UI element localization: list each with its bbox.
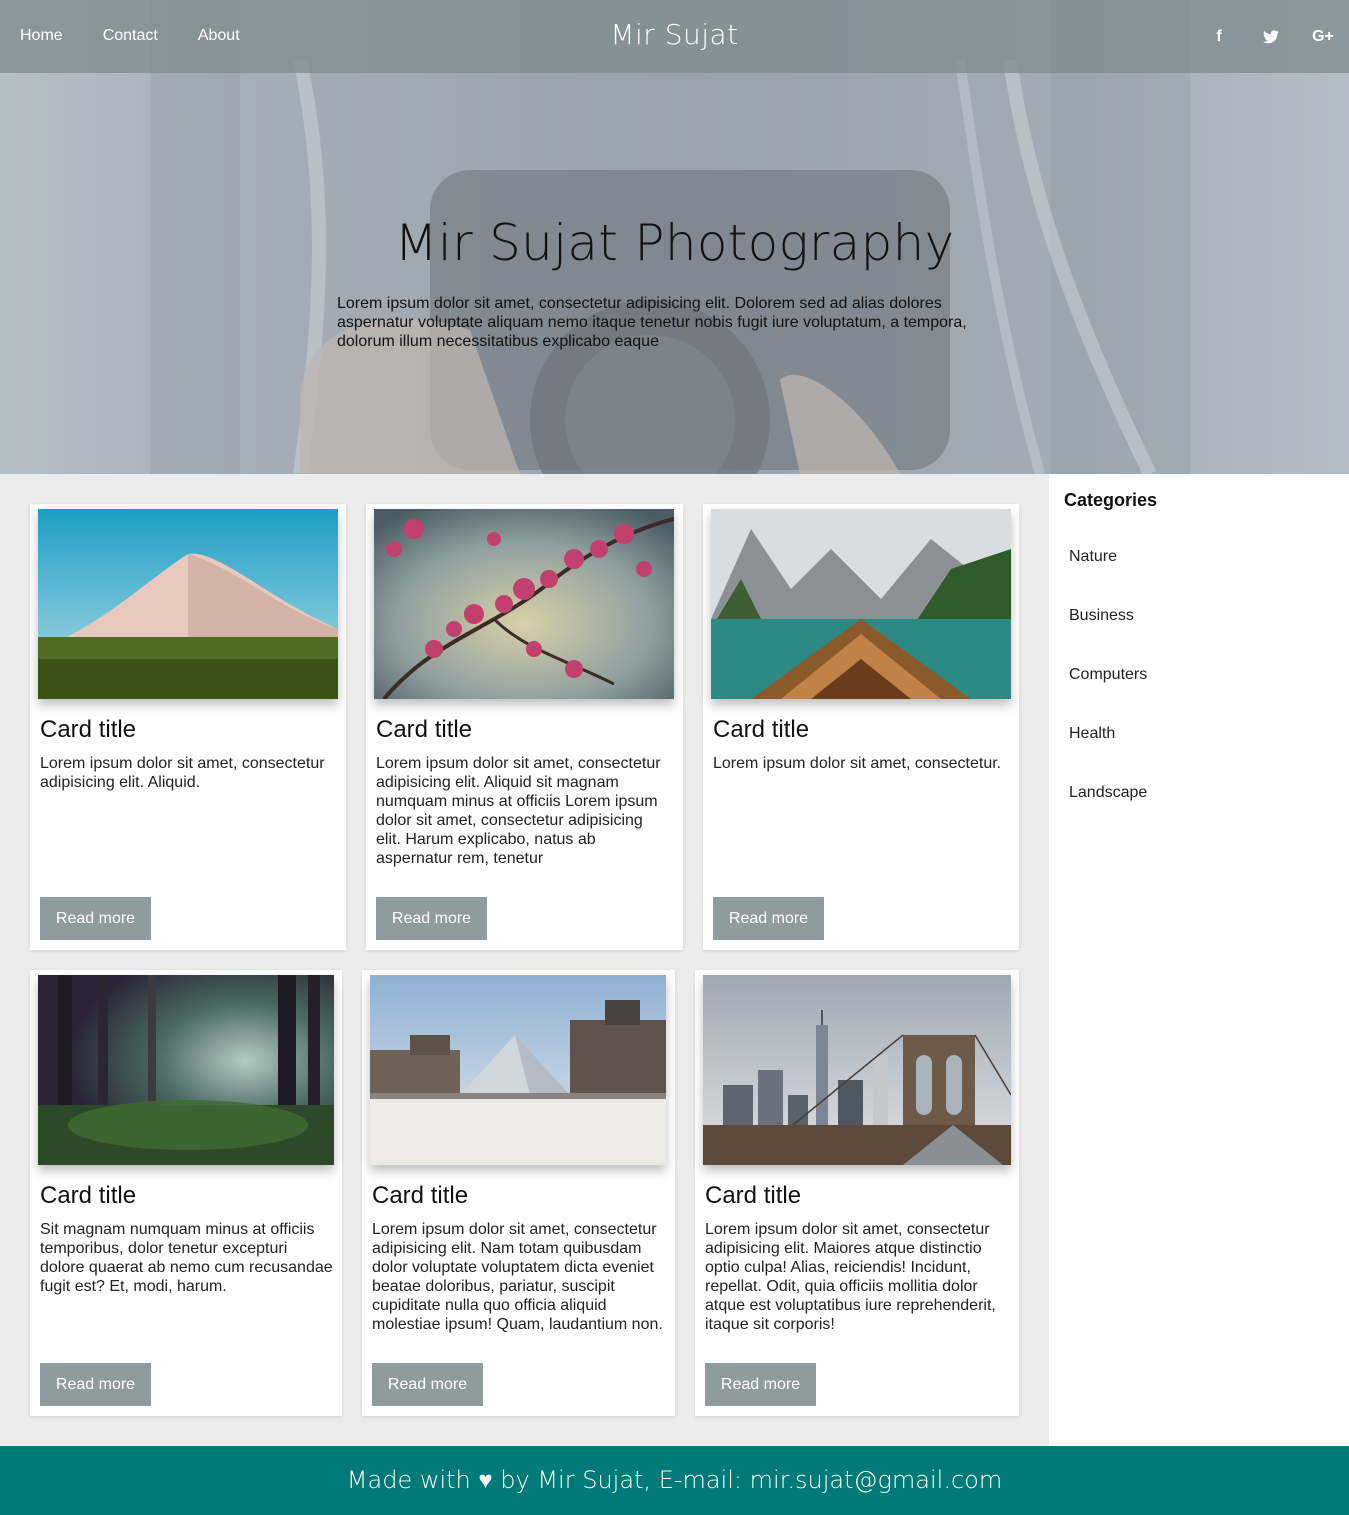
card-title: Card title [40,716,137,743]
mountain-lake-boat-image [711,509,1011,699]
card-title: Card title [376,716,473,743]
categories-sidebar: Categories Nature Business Computers Hea… [1049,474,1349,1446]
category-health[interactable]: Health [1069,725,1115,743]
desert-dune-image [38,509,338,699]
read-more-button[interactable]: Read more [40,897,151,940]
hero-section: Home Contact About Mir Sujat f G+ Mir Su… [0,0,1349,474]
facebook-icon[interactable]: f [1193,22,1245,52]
footer-text: Made with ♥ by Mir Sujat, E-mail: mir.su… [346,1466,1003,1494]
card: Card title Lorem ipsum dolor sit amet, c… [703,504,1019,950]
card-title: Card title [713,716,810,743]
card-text: Lorem ipsum dolor sit amet, consectetur … [372,1221,663,1333]
read-more-button[interactable]: Read more [372,1363,483,1406]
louvre-pyramid-image [370,975,666,1165]
social-links: f G+ [1193,22,1349,52]
brooklyn-bridge-image [703,975,1011,1165]
card: Card title Sit magnam numquam minus at o… [30,970,342,1416]
forest-image [38,975,334,1165]
top-navbar: Home Contact About Mir Sujat f G+ [0,0,1349,73]
category-computers[interactable]: Computers [1069,666,1147,684]
hero-title: Mir Sujat Photography [394,214,955,272]
card-title: Card title [705,1182,802,1209]
google-plus-icon[interactable]: G+ [1297,22,1349,52]
card-text: Sit magnam numquam minus at officiis tem… [40,1221,333,1295]
card-text: Lorem ipsum dolor sit amet, consectetur … [376,755,661,867]
read-more-button[interactable]: Read more [705,1363,816,1406]
category-nature[interactable]: Nature [1069,548,1117,566]
card: Card title Lorem ipsum dolor sit amet, c… [695,970,1019,1416]
read-more-button[interactable]: Read more [376,897,487,940]
twitter-icon[interactable] [1245,22,1297,52]
hero-description: Lorem ipsum dolor sit amet, consectetur … [337,295,967,350]
read-more-button[interactable]: Read more [713,897,824,940]
card: Card title Lorem ipsum dolor sit amet, c… [366,504,683,950]
card-text: Lorem ipsum dolor sit amet, consectetur. [713,755,1002,772]
card-title: Card title [40,1182,137,1209]
read-more-button[interactable]: Read more [40,1363,151,1406]
sidebar-title: Categories [1064,490,1158,510]
cherry-blossom-image [374,509,674,699]
card-text: Lorem ipsum dolor sit amet, consectetur … [40,755,325,791]
brand-logo[interactable]: Mir Sujat [0,18,1349,51]
card-title: Card title [372,1182,469,1209]
card: Card title Lorem ipsum dolor sit amet, c… [362,970,675,1416]
category-landscape[interactable]: Landscape [1069,784,1147,802]
category-business[interactable]: Business [1069,607,1134,625]
card-text: Lorem ipsum dolor sit amet, consectetur … [705,1221,996,1333]
footer: Made with ♥ by Mir Sujat, E-mail: mir.su… [0,1446,1349,1515]
card: Card title Lorem ipsum dolor sit amet, c… [30,504,346,950]
